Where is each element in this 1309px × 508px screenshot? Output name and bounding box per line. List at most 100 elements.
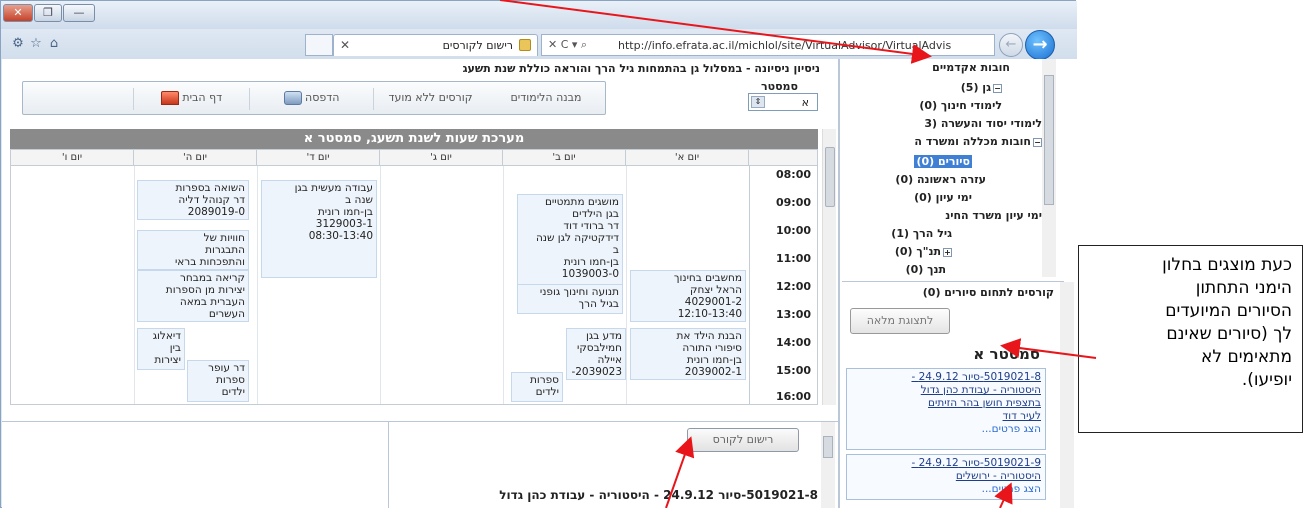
day-header-thu: יום ה' <box>134 150 257 166</box>
tour-course-card[interactable]: 5019021-8-סיור 24.9.12 - היסטוריה - עבוד… <box>846 368 1046 450</box>
tree-node[interactable]: ימי עיון (0) <box>914 191 972 204</box>
course-line: חוויות של <box>203 232 245 244</box>
course-block[interactable]: דיאלוג בין יצירות <box>137 328 185 370</box>
scrollbar-thumb[interactable] <box>1044 75 1054 205</box>
tree-node[interactable]: ימי עיון משרד החינ <box>945 209 1042 222</box>
new-tab-button[interactable] <box>305 34 333 56</box>
spinner-icon[interactable]: ⇕ <box>751 96 765 108</box>
course-block[interactable]: מושגים מתמטיים בגן הילדים דר ברודי דוד ד… <box>517 194 623 290</box>
expand-icon[interactable]: + <box>943 247 952 257</box>
home-icon[interactable]: ⌂ <box>47 37 61 51</box>
course-line: 12:10-13:40 <box>677 308 742 320</box>
study-structure-button[interactable]: מבנה הלימודים <box>489 88 603 110</box>
tree-node[interactable]: −גן (5) <box>961 81 1002 94</box>
semester-label: סמסטר <box>760 80 798 93</box>
course-line: ילדים <box>535 386 559 398</box>
schedule-title: מערכת שעות לשנת תשעג, סמסטר א <box>10 129 818 149</box>
course-block[interactable]: תנועה וחינוך גופני בגיל הרך <box>517 284 623 314</box>
semester-select[interactable]: א ⇕ <box>748 93 818 111</box>
back-button[interactable]: ← <box>999 33 1023 57</box>
course-block[interactable]: קריאה במבחר יצירות מן הספרות העברית במאה… <box>137 270 249 322</box>
course-block[interactable]: הבנת הילד את סיפורי התורה בן-חמו רונית 2… <box>630 328 746 380</box>
course-line: בגן הילדים <box>572 208 619 220</box>
course-block[interactable]: חוויות של התבגרות והתפכחות בראי <box>137 230 249 270</box>
course-block[interactable]: עבודה מעשית בגן שנה ב בן-חמו רונית 31290… <box>261 180 377 278</box>
show-details-link[interactable]: הצג פרטים... <box>851 423 1041 436</box>
column-divider <box>380 166 381 404</box>
course-block[interactable]: מחשבים בחינוך הראל יצחק 4029001-2 12:10-… <box>630 270 746 322</box>
favicon-icon <box>519 39 531 51</box>
schedule-scrollbar[interactable] <box>822 129 836 405</box>
tree-node[interactable]: לימודי חינוך (0) <box>919 99 1002 112</box>
print-button[interactable]: הדפסה <box>249 88 369 110</box>
course-line: בין <box>169 342 181 354</box>
register-course-button[interactable]: רישום לקורס <box>687 428 799 452</box>
tree-node-label: עזרה ראשונה (0) <box>895 173 986 186</box>
course-line: התבגרות <box>205 244 245 256</box>
tab-close-icon[interactable]: ✕ <box>340 38 350 52</box>
day-header-fri: יום ו' <box>11 150 134 166</box>
course-block[interactable]: ספרות ילדים <box>511 372 563 402</box>
home-page-button[interactable]: דף הבית <box>133 88 245 110</box>
address-bar[interactable]: ✕ C ▾ ⌕ http://info.efrata.ac.il/michlol… <box>541 34 995 56</box>
annotation-callout: כעת מוצגים בחלון הימני התחתון הסיורים המ… <box>1078 245 1303 433</box>
course-line: סיפורי התורה <box>682 342 742 354</box>
tour-link[interactable]: היסטוריה - ירושלים <box>851 470 1041 483</box>
window-close-button[interactable]: ✕ <box>3 4 33 22</box>
gear-icon[interactable]: ⚙ <box>11 37 25 51</box>
full-view-button[interactable]: לתצוגת מלאה <box>850 308 950 334</box>
day-header-tue: יום ג' <box>380 150 503 166</box>
tree-scrollbar[interactable] <box>1042 59 1056 277</box>
time-label: 13:00 <box>775 308 811 321</box>
course-line: העשרים <box>208 308 245 320</box>
course-block[interactable]: דר עופר <box>187 360 249 374</box>
tour-link[interactable]: היסטוריה - עבודת כהן גדול <box>851 384 1041 397</box>
tour-link[interactable]: בתצפית חושן בהר הזיתים <box>851 397 1041 410</box>
tree-node[interactable]: תנך (0) <box>906 263 946 276</box>
collapse-icon[interactable]: − <box>993 83 1002 93</box>
tree-node-label: לימודי יסוד והעשרה (3 <box>924 117 1042 130</box>
url-text[interactable]: http://info.efrata.ac.il/michlol/site/Vi… <box>618 39 980 52</box>
page-title: ניסיון ניסיונה - במסלול גן בהתמחות גיל ה… <box>462 62 820 75</box>
show-details-link[interactable]: הצג פרטים... <box>851 483 1041 496</box>
unscheduled-courses-button[interactable]: קורסים ללא מועד <box>373 88 487 110</box>
courses-scrollbar[interactable] <box>1060 282 1074 508</box>
scrollbar-thumb[interactable] <box>823 436 833 458</box>
tree-node[interactable]: −חובות מכללה ומשרד ה <box>914 135 1042 148</box>
house-icon <box>160 91 179 105</box>
collapse-icon[interactable]: − <box>1033 137 1042 147</box>
page-content: ניסיון ניסיונה - במסלול גן בהתמחות גיל ה… <box>2 59 1076 508</box>
address-controls[interactable]: ✕ C ▾ ⌕ <box>548 38 587 52</box>
course-line: דר ברודי דוד <box>563 220 619 232</box>
minimize-icon: — <box>73 6 85 19</box>
tour-link[interactable]: לעיר דוד <box>851 410 1041 423</box>
tree-node[interactable]: לימודי יסוד והעשרה (3 <box>924 117 1042 130</box>
course-block[interactable]: השואה בספרות דר קנוהל דליה 2089019-0 <box>137 180 249 220</box>
tree-node[interactable]: עזרה ראשונה (0) <box>895 173 986 186</box>
tab-course-registration[interactable]: ✕ רישום לקורסים <box>333 34 538 56</box>
course-line: 2039023- <box>571 366 622 378</box>
star-icon[interactable]: ☆ <box>29 37 43 51</box>
window-minimize-button[interactable]: — <box>63 4 95 22</box>
screenshot-stage: ✕ ❐ — ⚙ ☆ ⌂ ✕ רישום לקורסים ✕ C ▾ ⌕ http… <box>0 0 1309 508</box>
tour-link[interactable]: 5019021-9-סיור 24.9.12 - <box>851 457 1041 470</box>
forward-button[interactable]: → <box>1025 30 1055 60</box>
print-label: הדפסה <box>305 91 340 104</box>
course-line: 2039002-1 <box>684 366 742 378</box>
tree-node-selected[interactable]: סיורים (0) <box>914 155 972 168</box>
callout-line: לך (סיורים שאינם <box>1166 324 1292 344</box>
scrollbar-thumb[interactable] <box>825 147 835 207</box>
course-block[interactable]: ספרות ילדים <box>187 372 249 402</box>
detail-scrollbar[interactable] <box>821 422 835 508</box>
window-maximize-button[interactable]: ❐ <box>34 4 62 22</box>
tree-node[interactable]: +תנ"ך (0) <box>895 245 952 258</box>
tree-node[interactable]: גיל הרך (1) <box>891 227 952 240</box>
tour-course-card[interactable]: 5019021-9-סיור 24.9.12 - היסטוריה - ירוש… <box>846 454 1046 500</box>
tour-link[interactable]: 5019021-8-סיור 24.9.12 - <box>851 371 1041 384</box>
course-block[interactable]: מדע בגן חמילבסקי איילה 2039023- <box>566 328 626 380</box>
course-line: העברית במאה <box>179 296 245 308</box>
course-line: ספרות <box>529 374 559 386</box>
tree-node-label: לימודי חינוך (0) <box>919 99 1002 112</box>
time-label: 10:00 <box>775 224 811 237</box>
callout-line: יופיעו). <box>1241 370 1292 390</box>
